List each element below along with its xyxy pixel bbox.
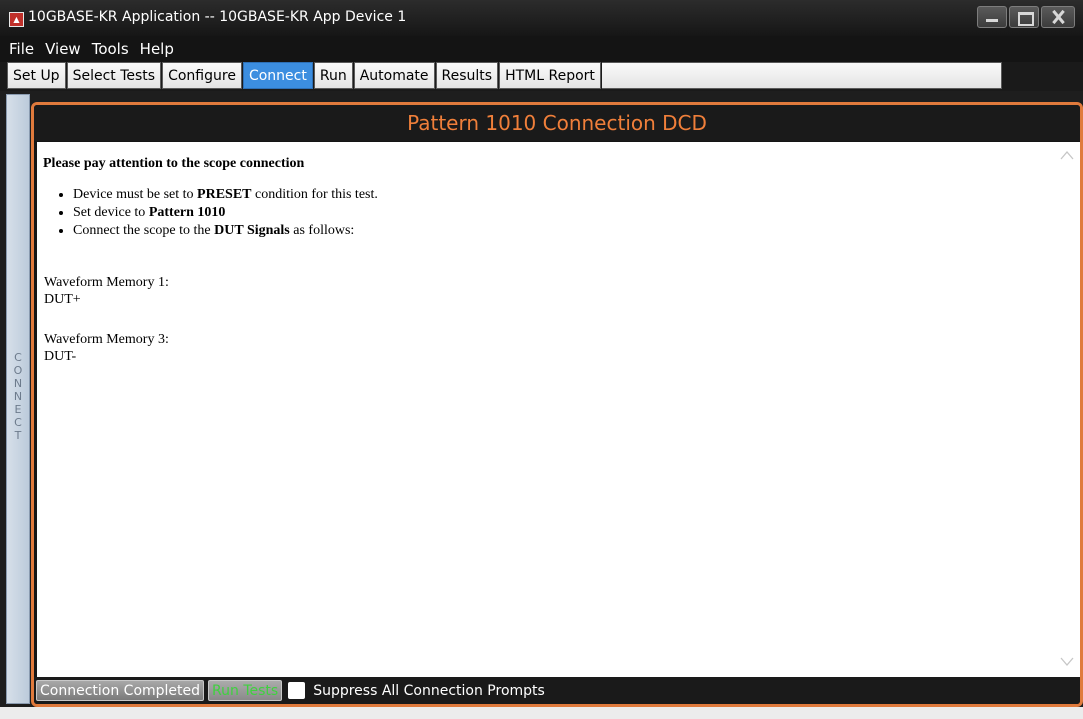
memory-3-signal: DUT-: [44, 349, 77, 364]
scroll-down-icon[interactable]: [1060, 657, 1074, 667]
memory-1-label: Waveform Memory 1:: [44, 275, 169, 290]
memory-1-block: Waveform Memory 1: DUT+: [44, 274, 169, 308]
tab-html-report[interactable]: HTML Report: [499, 62, 601, 89]
connection-panel: Pattern 1010 Connection DCD Please pay a…: [31, 102, 1083, 707]
suppress-prompts-label: Suppress All Connection Prompts: [313, 682, 545, 699]
memory-3-block: Waveform Memory 3: DUT-: [44, 331, 169, 365]
list-item: Set device to Pattern 1010: [73, 204, 378, 222]
list-item: Connect the scope to the DUT Signals as …: [73, 222, 378, 240]
tab-strip-filler: [601, 62, 1002, 89]
tab-run[interactable]: Run: [313, 62, 353, 89]
side-label: CONNECT: [13, 351, 23, 442]
connection-completed-button[interactable]: Connection Completed: [36, 680, 205, 701]
panel-title: Pattern 1010 Connection DCD: [34, 105, 1080, 141]
menu-view[interactable]: View: [38, 40, 85, 58]
instructions-area: Please pay attention to the scope connec…: [37, 142, 1080, 677]
run-tests-button[interactable]: Run Tests: [208, 680, 283, 701]
memory-1-signal: DUT+: [44, 292, 81, 307]
action-bar: Connection Completed Run Tests Suppress …: [34, 677, 1080, 704]
menu-tools[interactable]: Tools: [85, 40, 133, 58]
close-icon[interactable]: [1041, 6, 1075, 28]
tab-connect[interactable]: Connect: [242, 62, 313, 89]
menu-file[interactable]: File: [0, 40, 38, 58]
menu-bar: File View Tools Help: [0, 36, 1083, 62]
window-bottom-edge: [0, 707, 1083, 719]
list-item: Device must be set to PRESET condition f…: [73, 186, 378, 204]
side-strip: CONNECT: [6, 94, 30, 704]
maximize-icon[interactable]: [1009, 6, 1039, 28]
app-icon: ▲: [9, 12, 24, 27]
menu-help[interactable]: Help: [133, 40, 178, 58]
window-controls: [977, 6, 1075, 30]
minimize-icon[interactable]: [977, 6, 1007, 28]
suppress-prompts-checkbox[interactable]: [288, 682, 306, 699]
tab-set-up[interactable]: Set Up: [7, 62, 66, 89]
memory-3-label: Waveform Memory 3:: [44, 332, 169, 347]
instruction-list: Device must be set to PRESET condition f…: [43, 186, 378, 240]
tab-results[interactable]: Results: [435, 62, 499, 89]
scroll-up-icon[interactable]: [1060, 150, 1074, 160]
tab-configure[interactable]: Configure: [162, 62, 242, 89]
tab-select-tests[interactable]: Select Tests: [66, 62, 162, 89]
tab-automate[interactable]: Automate: [353, 62, 435, 89]
tab-bar: Set Up Select Tests Configure Connect Ru…: [0, 62, 1083, 91]
title-bar: ▲ 10GBASE-KR Application -- 10GBASE-KR A…: [0, 0, 1083, 36]
window-title: 10GBASE-KR Application -- 10GBASE-KR App…: [28, 9, 407, 25]
instructions-heading: Please pay attention to the scope connec…: [43, 156, 305, 171]
